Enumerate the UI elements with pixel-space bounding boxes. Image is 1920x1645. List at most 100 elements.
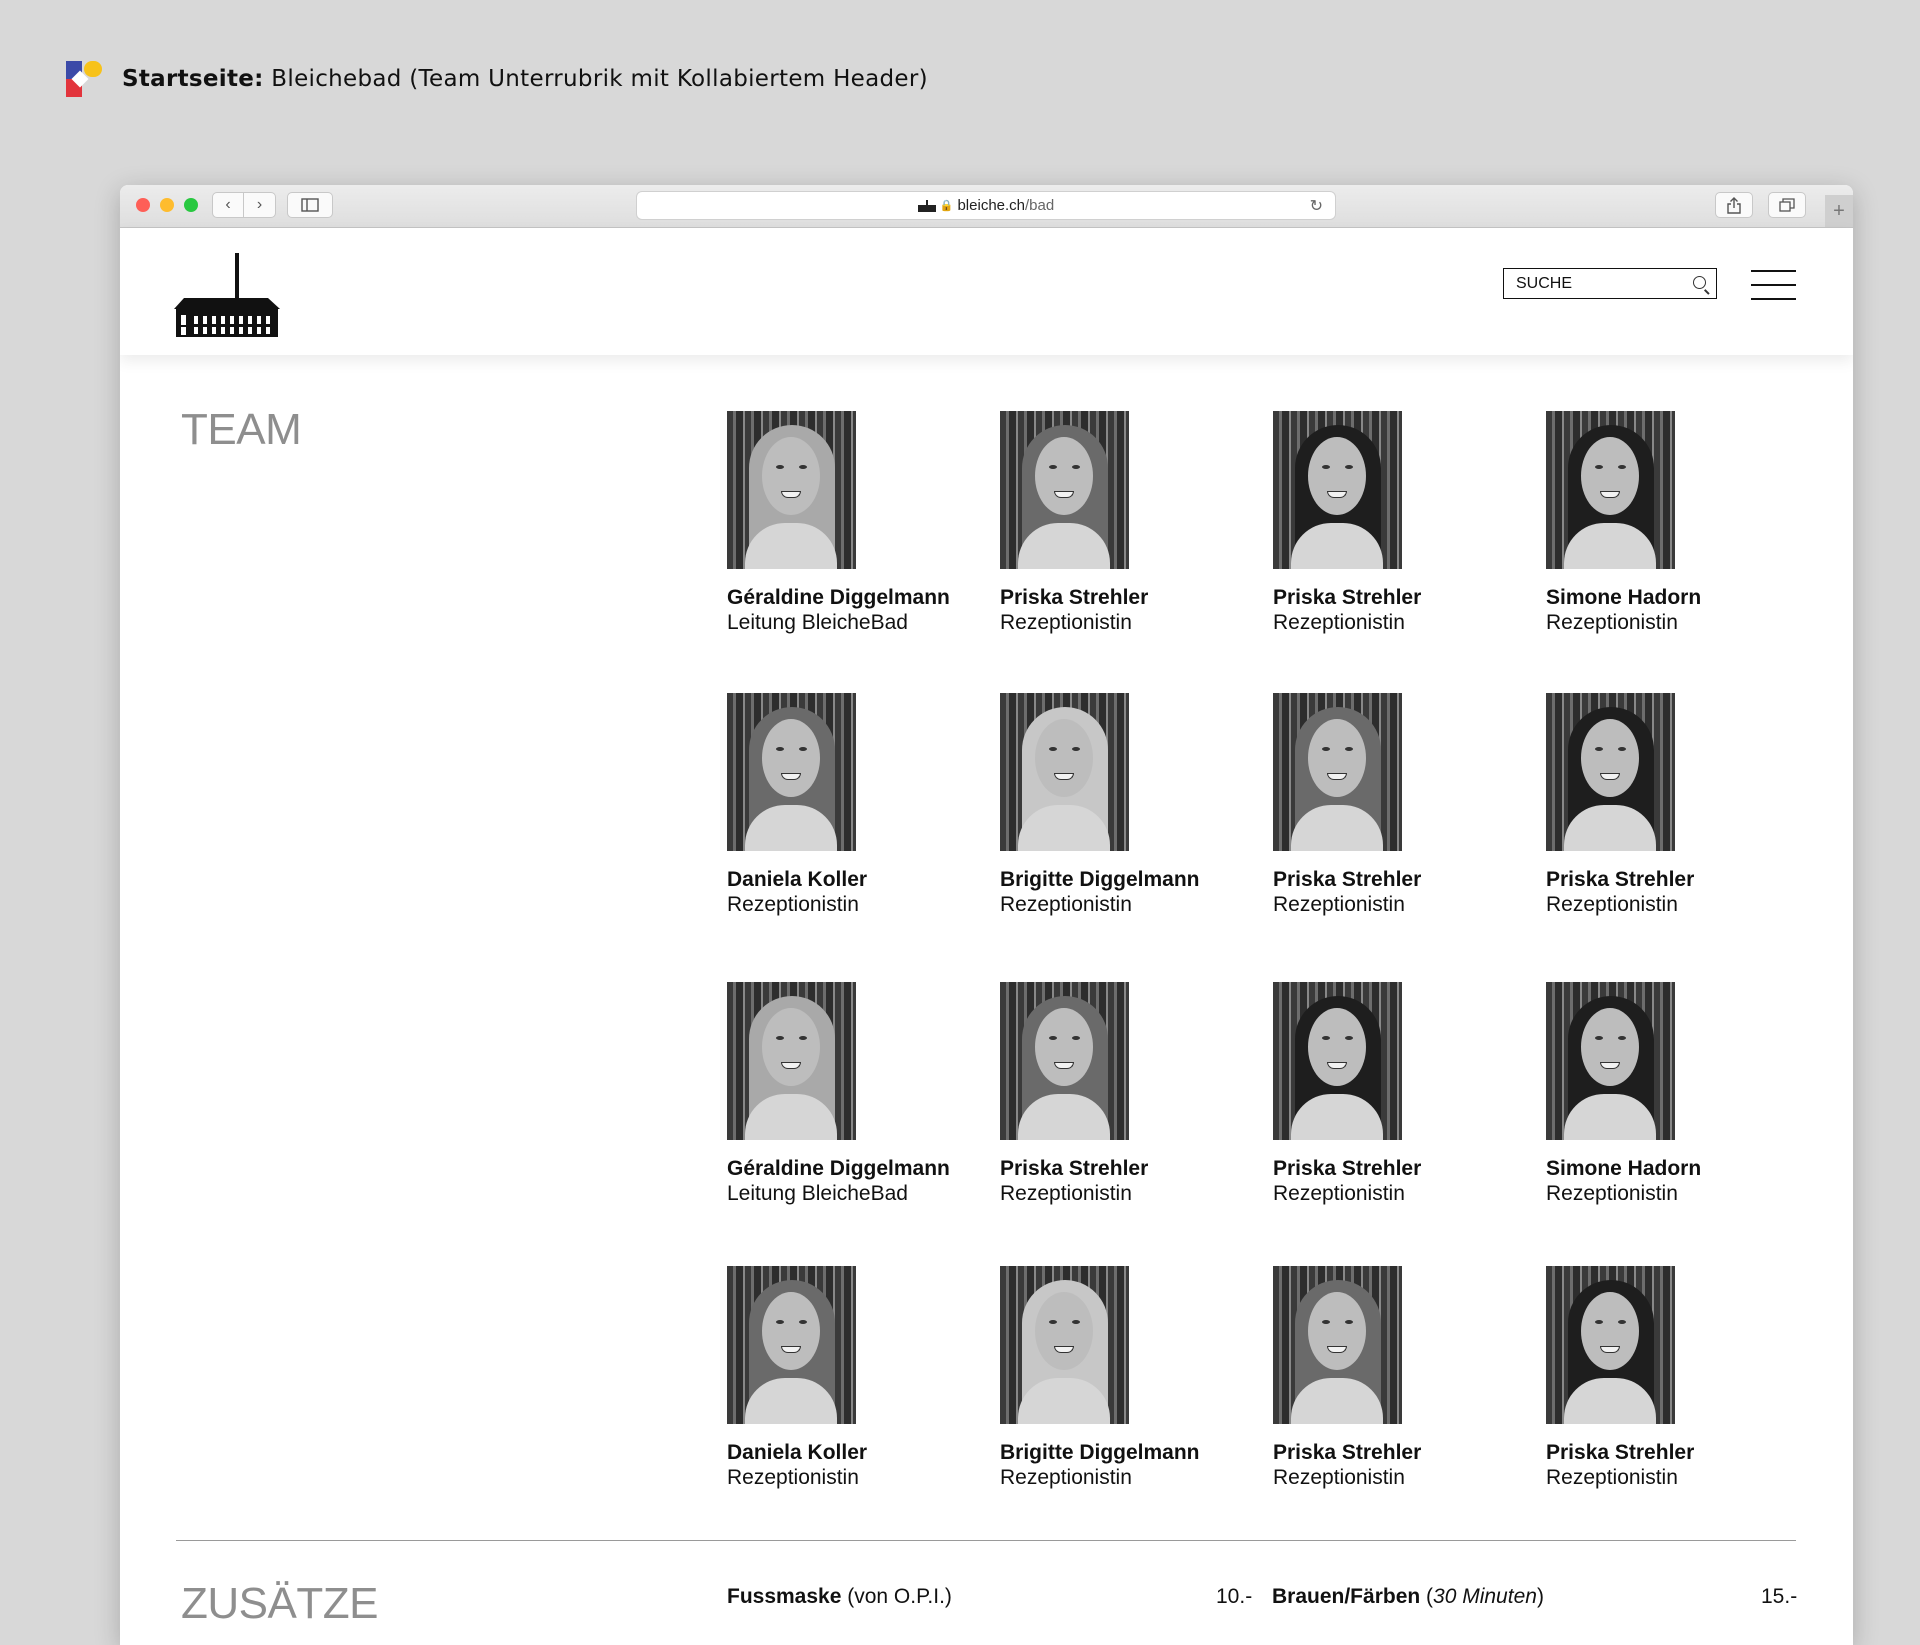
forward-arrow-icon[interactable]: › (244, 192, 276, 218)
team-member-card: Brigitte Diggelmann Rezeptionistin (1000, 693, 1250, 917)
extra-price: 10.- (1216, 1585, 1253, 1608)
member-name: Priska Strehler (1546, 868, 1695, 891)
member-role: Rezeptionistin (1273, 611, 1405, 634)
site-favicon-icon (917, 199, 936, 212)
search-icon[interactable] (1693, 276, 1706, 289)
member-photo (1273, 411, 1402, 569)
caption-rest: Bleichebad (Team Unterrubrik mit Kollabi… (263, 66, 928, 92)
member-photo (1546, 693, 1675, 851)
member-name: Simone Hadorn (1546, 1157, 1702, 1180)
member-name: Daniela Koller (727, 868, 868, 891)
team-member-card: Simone Hadorn Rezeptionistin (1546, 982, 1796, 1206)
member-name: Priska Strehler (1273, 586, 1422, 609)
member-name: Simone Hadorn (1546, 586, 1702, 609)
member-name: Brigitte Diggelmann (1000, 868, 1200, 891)
lock-icon: 🔒 (939, 200, 954, 212)
member-photo (727, 982, 856, 1140)
team-member-card: Daniela Koller Rezeptionistin (727, 693, 977, 917)
member-role: Rezeptionistin (1000, 1182, 1132, 1205)
url-path: /bad (1025, 197, 1055, 214)
member-photo (727, 1266, 856, 1424)
member-photo (1273, 982, 1402, 1140)
member-photo (1000, 693, 1129, 851)
caption-bold: Startseite: (122, 66, 264, 92)
member-role: Rezeptionistin (1546, 1466, 1678, 1489)
member-name: Priska Strehler (1273, 1157, 1422, 1180)
team-member-card: Priska Strehler Rezeptionistin (1273, 411, 1523, 635)
member-photo (1546, 411, 1675, 569)
search-box (1503, 268, 1717, 299)
close-window-button[interactable] (136, 198, 150, 212)
team-member-card: Priska Strehler Rezeptionistin (1273, 1266, 1523, 1490)
member-role: Rezeptionistin (1273, 893, 1405, 916)
member-photo (1000, 1266, 1129, 1424)
member-photo (727, 693, 856, 851)
member-role: Leitung BleicheBad (727, 611, 908, 634)
zoom-window-button[interactable] (184, 198, 198, 212)
member-photo (1273, 1266, 1402, 1424)
team-member-card: Brigitte Diggelmann Rezeptionistin (1000, 1266, 1250, 1490)
member-photo (1546, 1266, 1675, 1424)
menu-icon[interactable] (1751, 270, 1796, 300)
member-name: Priska Strehler (1000, 586, 1149, 609)
team-member-card: Daniela Koller Rezeptionistin (727, 1266, 977, 1490)
team-member-card: Géraldine Diggelmann Leitung BleicheBad (727, 982, 977, 1206)
team-member-card: Priska Strehler Rezeptionistin (1273, 982, 1523, 1206)
extra-name: Brauen/Färben (1272, 1585, 1421, 1608)
search-input[interactable] (1516, 274, 1676, 293)
extra-name: Fussmaske (727, 1585, 842, 1608)
member-name: Daniela Koller (727, 1441, 868, 1464)
plus-icon[interactable]: + (1825, 195, 1853, 227)
address-bar[interactable]: 🔒 bleiche.ch/bad ↻ (636, 191, 1336, 220)
team-member-card: Priska Strehler Rezeptionistin (1000, 411, 1250, 635)
member-photo (1000, 411, 1129, 569)
caption-text: Startseite: Bleichebad (Team Unterrubrik… (122, 66, 928, 92)
member-name: Géraldine Diggelmann (727, 1157, 950, 1180)
reload-icon[interactable]: ↻ (1310, 196, 1323, 216)
team-title: TEAM (181, 405, 302, 454)
agency-logo-icon (66, 59, 104, 99)
extra-price: 15.- (1761, 1585, 1798, 1608)
member-role: Rezeptionistin (727, 1466, 859, 1489)
team-member-card: Priska Strehler Rezeptionistin (1273, 693, 1523, 917)
member-role: Rezeptionistin (1000, 1466, 1132, 1489)
team-member-card: Priska Strehler Rezeptionistin (1546, 693, 1796, 917)
extra-detail: 30 Minuten (1433, 1585, 1537, 1608)
extras-title: ZUSÄTZE (181, 1579, 378, 1628)
member-name: Priska Strehler (1546, 1441, 1695, 1464)
team-member-card: Géraldine Diggelmann Leitung BleicheBad (727, 411, 977, 635)
member-photo (1273, 693, 1402, 851)
member-role: Rezeptionistin (727, 893, 859, 916)
browser-window: ‹ › 🔒 bleiche.ch/bad ↻ + SUCHE TEAM Géra… (120, 185, 1853, 1645)
url-domain: bleiche.ch (957, 197, 1026, 214)
team-member-card: Simone Hadorn Rezeptionistin (1546, 411, 1796, 635)
team-member-card: Priska Strehler Rezeptionistin (1546, 1266, 1796, 1490)
history-nav: ‹ › (212, 192, 276, 218)
presentation-caption: Startseite: Bleichebad (Team Unterrubrik… (66, 58, 928, 100)
member-name: Brigitte Diggelmann (1000, 1441, 1200, 1464)
member-name: Priska Strehler (1273, 1441, 1422, 1464)
sidebar-icon[interactable] (287, 192, 333, 218)
member-role: Rezeptionistin (1546, 611, 1678, 634)
team-member-card: Priska Strehler Rezeptionistin (1000, 982, 1250, 1206)
tabs-icon[interactable] (1768, 192, 1806, 218)
member-name: Géraldine Diggelmann (727, 586, 950, 609)
section-divider (176, 1540, 1796, 1541)
member-photo (727, 411, 856, 569)
share-icon[interactable] (1715, 192, 1753, 218)
back-arrow-icon[interactable]: ‹ (212, 192, 244, 218)
browser-toolbar: ‹ › 🔒 bleiche.ch/bad ↻ + (120, 185, 1853, 228)
minimize-window-button[interactable] (160, 198, 174, 212)
extra-detail: (von O.P.I.) (841, 1585, 952, 1608)
member-name: Priska Strehler (1273, 868, 1422, 891)
member-role: Rezeptionistin (1546, 1182, 1678, 1205)
factory-logo-icon[interactable] (172, 253, 280, 337)
member-role: Leitung BleicheBad (727, 1182, 908, 1205)
site-header (120, 228, 1853, 355)
member-name: Priska Strehler (1000, 1157, 1149, 1180)
member-role: Rezeptionistin (1273, 1182, 1405, 1205)
member-role: Rezeptionistin (1000, 611, 1132, 634)
extra-item-fussmaske: Fussmaske (von O.P.I.) (727, 1585, 952, 1609)
extra-item-brauen: Brauen/Färben (30 Minuten) (1272, 1585, 1544, 1608)
member-photo (1000, 982, 1129, 1140)
